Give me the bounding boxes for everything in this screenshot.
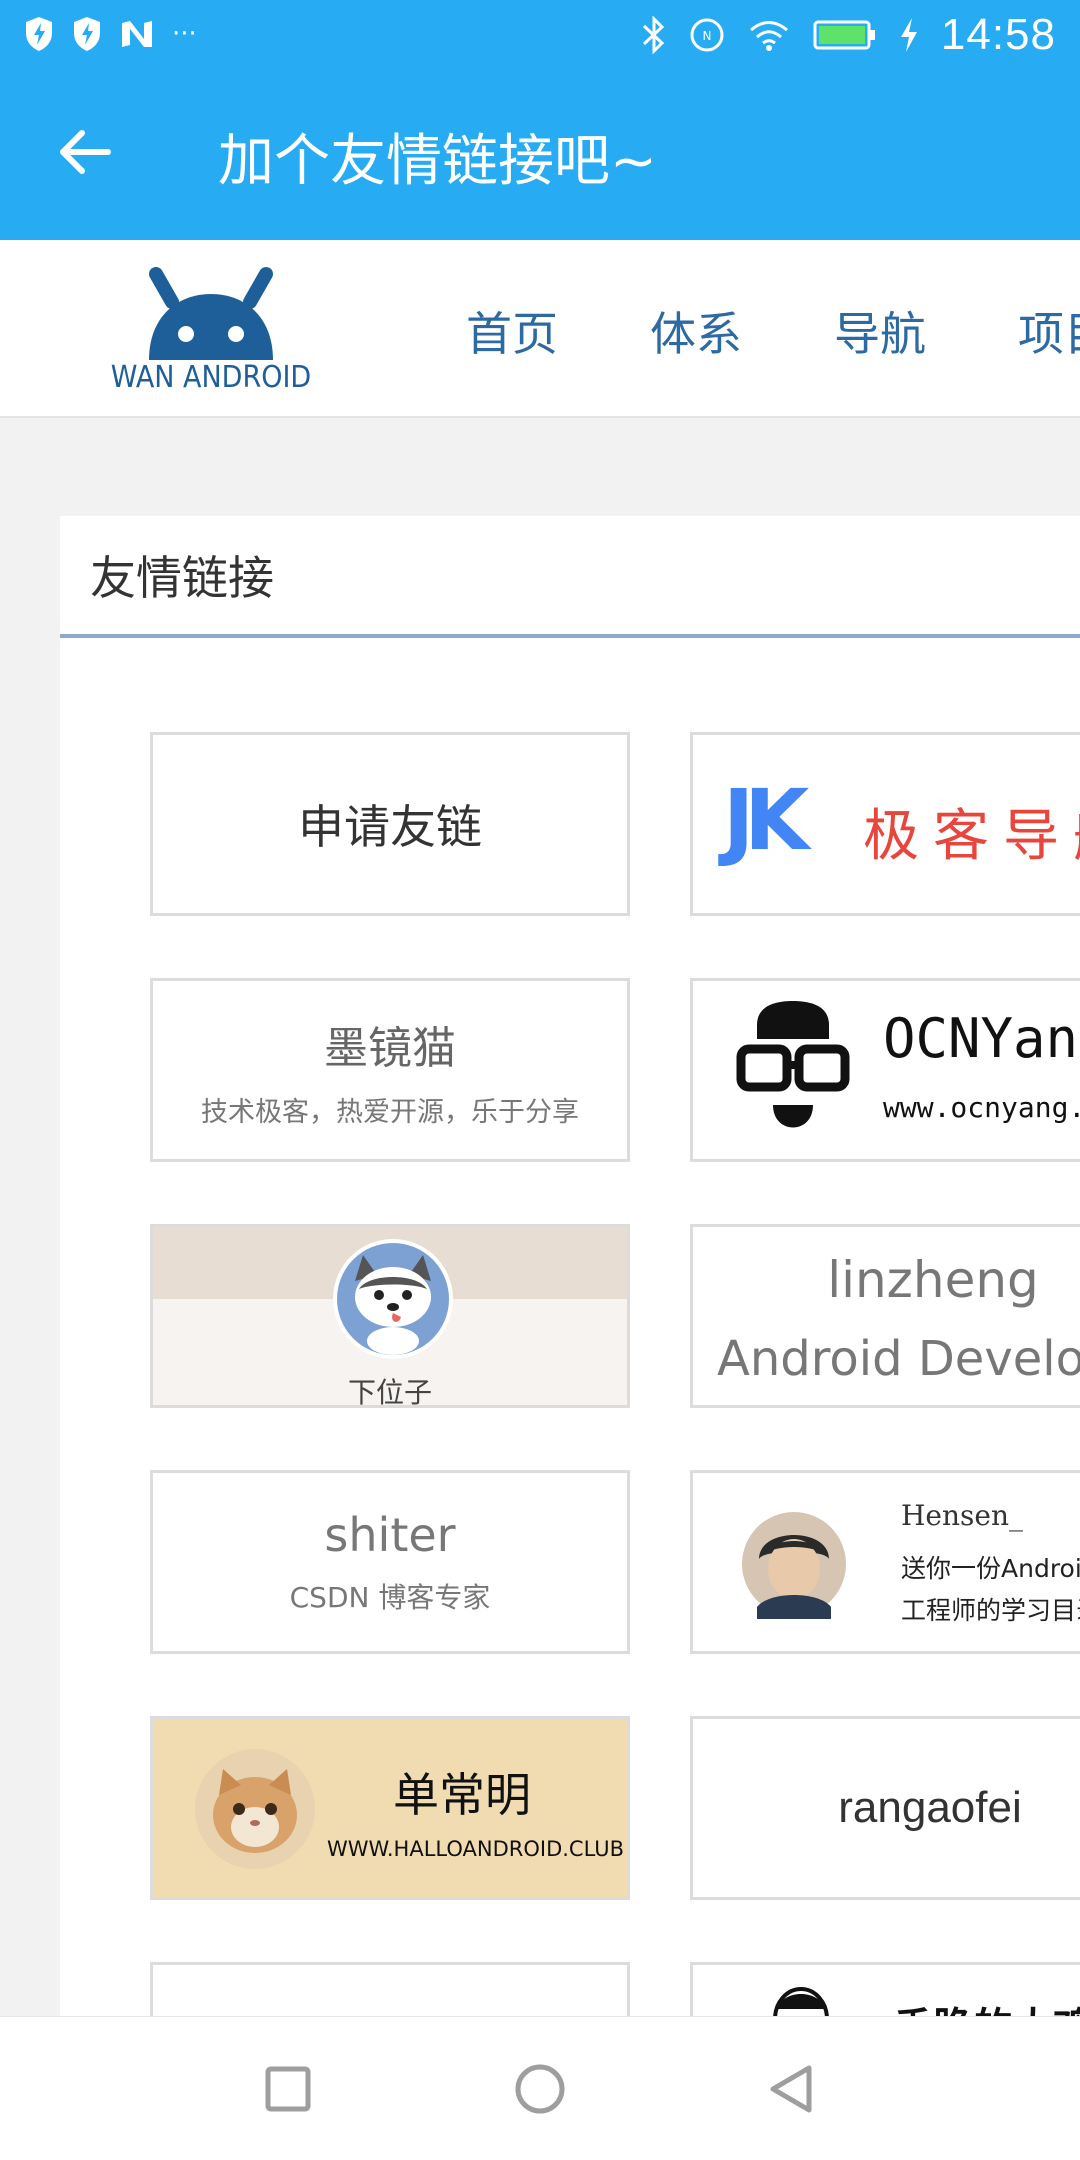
- panel-title: 友情链接: [90, 551, 274, 605]
- logo-text: WAN ANDROID: [110, 360, 312, 395]
- site-header: WAN ANDROID 首页 体系 导航 项目: [0, 240, 1080, 418]
- link-subtitle: CSDN 博客专家: [289, 1581, 491, 1614]
- home-button[interactable]: [508, 2057, 572, 2121]
- nfc-icon: N: [689, 17, 725, 53]
- wifi-icon: [747, 18, 791, 52]
- recents-button[interactable]: [256, 2057, 320, 2121]
- nav-item-navigation[interactable]: 导航: [834, 298, 926, 364]
- nav-item-project[interactable]: 项目: [1018, 298, 1080, 364]
- link-name: 极客导航: [863, 804, 1080, 869]
- charging-icon: [899, 17, 919, 53]
- link-card-row6-right[interactable]: 香脆的大鸡: [690, 1962, 1080, 2016]
- cartoon-avatar: [773, 1987, 829, 2016]
- clock: 14:58: [940, 10, 1056, 59]
- wan-android-logo[interactable]: WAN ANDROID: [106, 254, 316, 404]
- link-name: shiter: [324, 1508, 456, 1562]
- status-right-icons: N 14:58: [641, 10, 1056, 60]
- link-name: rangaofei: [838, 1783, 1022, 1832]
- shield-bolt-icon: [72, 16, 102, 52]
- link-name: 香脆的大鸡: [893, 1995, 1080, 2016]
- link-card-geek-nav[interactable]: JK 极客导航: [690, 732, 1080, 916]
- bluetooth-icon: [641, 16, 667, 54]
- husky-avatar-icon: [333, 1239, 453, 1359]
- link-card-apply[interactable]: 申请友链: [150, 732, 630, 916]
- link-subtitle-2: 工程师的学习目录: [901, 1596, 1080, 1625]
- arrow-left-icon: [60, 130, 111, 174]
- link-subtitle: Android Developer: [717, 1331, 1080, 1387]
- link-card-shanchangming[interactable]: 单常明 WWW.HALLOANDROID.CLUB: [150, 1716, 630, 1900]
- jk-logo: JK: [723, 771, 809, 869]
- link-subtitle: www.ocnyang.com: [883, 1091, 1080, 1124]
- circle-icon: [515, 2064, 565, 2114]
- link-card-hensen[interactable]: Hensen_ 送你一份Android 工程师的学习目录: [690, 1470, 1080, 1654]
- square-icon: [265, 2066, 311, 2112]
- link-name: linzheng: [827, 1251, 1039, 1309]
- android-robot-icon: [149, 267, 273, 360]
- cat-avatar: [195, 1749, 315, 1869]
- svg-text:N: N: [702, 29, 711, 43]
- n-logo-icon: [120, 19, 154, 49]
- app-bar: 加个友情链接吧~: [0, 72, 1080, 240]
- link-card-xiaweizi[interactable]: 下位子: [150, 1224, 630, 1408]
- back-button[interactable]: [44, 112, 124, 192]
- back-nav-button[interactable]: [758, 2057, 822, 2121]
- battery-icon: [813, 19, 877, 51]
- more-dots-icon: ···: [172, 19, 197, 49]
- nav-item-home[interactable]: 首页: [466, 298, 558, 364]
- friend-links-panel: 友情链接 申请友链 JK 极客导航 墨镜猫 技术极客，热爱开源，乐于分享 OCN…: [60, 516, 1080, 2016]
- status-bar: ··· N 14:58: [0, 0, 1080, 72]
- link-card-row6-left[interactable]: [150, 1962, 630, 2016]
- system-nav-bar: [0, 2016, 1080, 2160]
- triangle-back-icon: [770, 2065, 812, 2113]
- panel-header: 友情链接: [60, 516, 1080, 638]
- link-name: 单常明: [393, 1768, 531, 1822]
- link-card-shiter[interactable]: shiter CSDN 博客专家: [150, 1470, 630, 1654]
- site-nav: 首页 体系 导航 项目: [466, 298, 1080, 364]
- link-card-ocnyang[interactable]: OCNYang www.ocnyang.com: [690, 978, 1080, 1162]
- link-subtitle: 技术极客，热爱开源，乐于分享: [201, 1096, 579, 1128]
- link-name: OCNYang: [883, 1007, 1080, 1070]
- link-subtitle: 送你一份Android: [901, 1554, 1080, 1583]
- link-subtitle: WWW.HALLOANDROID.CLUB: [327, 1837, 625, 1861]
- page-title: 加个友情链接吧~: [218, 129, 657, 194]
- link-name: 墨镜猫: [324, 1022, 456, 1074]
- link-name: 申请友链: [298, 800, 482, 854]
- nav-item-system[interactable]: 体系: [650, 298, 742, 364]
- status-left-icons: ···: [24, 16, 197, 52]
- shield-bolt-icon: [24, 16, 54, 52]
- link-card-linzheng[interactable]: linzheng Android Developer: [690, 1224, 1080, 1408]
- link-card-rangaofei[interactable]: rangaofei: [690, 1716, 1080, 1900]
- avatar: [742, 1512, 846, 1619]
- link-name: Hensen_: [901, 1499, 1023, 1532]
- link-name: 下位子: [347, 1376, 432, 1408]
- glasses-face-icon: [736, 1001, 850, 1128]
- link-card-mojingmao[interactable]: 墨镜猫 技术极客，热爱开源，乐于分享: [150, 978, 630, 1162]
